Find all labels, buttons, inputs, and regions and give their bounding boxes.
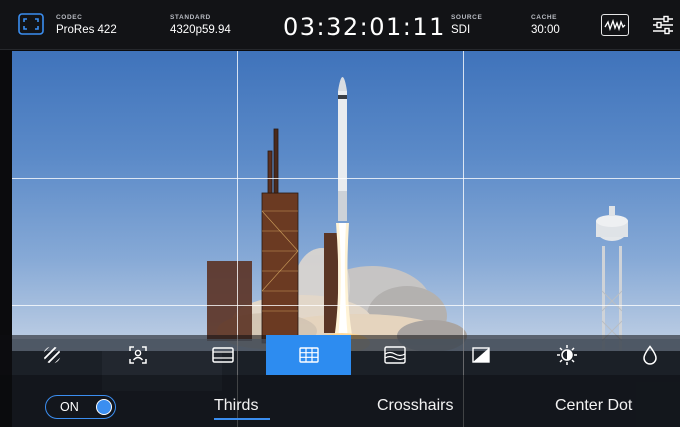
saturation-button[interactable] [620, 335, 680, 375]
toggle-knob [96, 399, 112, 415]
grid-line-horizontal-2 [12, 305, 680, 306]
focus-assist-icon [129, 346, 147, 364]
saturation-drop-icon [643, 345, 657, 365]
status-bar: CODEC ProRes 422 STANDARD 4320p59.94 03:… [0, 0, 680, 50]
zebra-button[interactable] [22, 335, 82, 375]
fullscreen-icon [18, 13, 44, 35]
brightness-icon [557, 345, 577, 365]
waveform-scope-icon [604, 18, 626, 32]
source-info[interactable]: SOURCE SDI [451, 14, 482, 36]
timecode: 03:32:01:11 [283, 13, 446, 41]
contrast-icon [472, 347, 490, 363]
source-label: SOURCE [451, 14, 483, 21]
option-center-dot[interactable]: Center Dot [555, 397, 632, 415]
selected-option-underline [214, 418, 270, 420]
grid-button[interactable] [266, 335, 351, 375]
exposure-contrast-button[interactable] [451, 335, 511, 375]
grid-icon [298, 347, 319, 363]
standard-label: STANDARD [170, 14, 211, 21]
codec-value: ProRes 422 [56, 24, 117, 36]
grid-line-horizontal-1 [12, 178, 680, 179]
settings-sliders-icon [653, 15, 673, 35]
focus-assist-button[interactable] [108, 335, 168, 375]
codec-info[interactable]: CODEC ProRes 422 [56, 14, 117, 36]
cache-value: 30:00 [531, 24, 560, 36]
standard-info[interactable]: STANDARD 4320p59.94 [170, 14, 231, 36]
option-crosshairs[interactable]: Crosshairs [377, 397, 453, 415]
brightness-button[interactable] [537, 335, 597, 375]
zebra-icon [43, 346, 61, 364]
settings-button[interactable] [651, 13, 675, 37]
cache-label: CACHE [531, 14, 558, 21]
frame-guides-button[interactable] [193, 335, 253, 375]
false-color-button[interactable] [365, 335, 425, 375]
option-thirds[interactable]: Thirds [214, 397, 258, 415]
monitoring-tools-bar [0, 335, 680, 375]
source-value: SDI [451, 24, 471, 36]
fullscreen-button[interactable] [18, 13, 44, 35]
standard-value: 4320p59.94 [170, 24, 231, 36]
frame-guides-icon [212, 347, 234, 363]
toggle-label: ON [60, 400, 79, 414]
cache-info[interactable]: CACHE 30:00 [531, 14, 560, 36]
grid-on-toggle[interactable]: ON [45, 395, 116, 419]
codec-label: CODEC [56, 14, 83, 21]
scope-button[interactable] [601, 14, 629, 36]
false-color-icon [384, 346, 406, 364]
grid-options-bar: ON Thirds Crosshairs Center Dot [0, 375, 680, 427]
